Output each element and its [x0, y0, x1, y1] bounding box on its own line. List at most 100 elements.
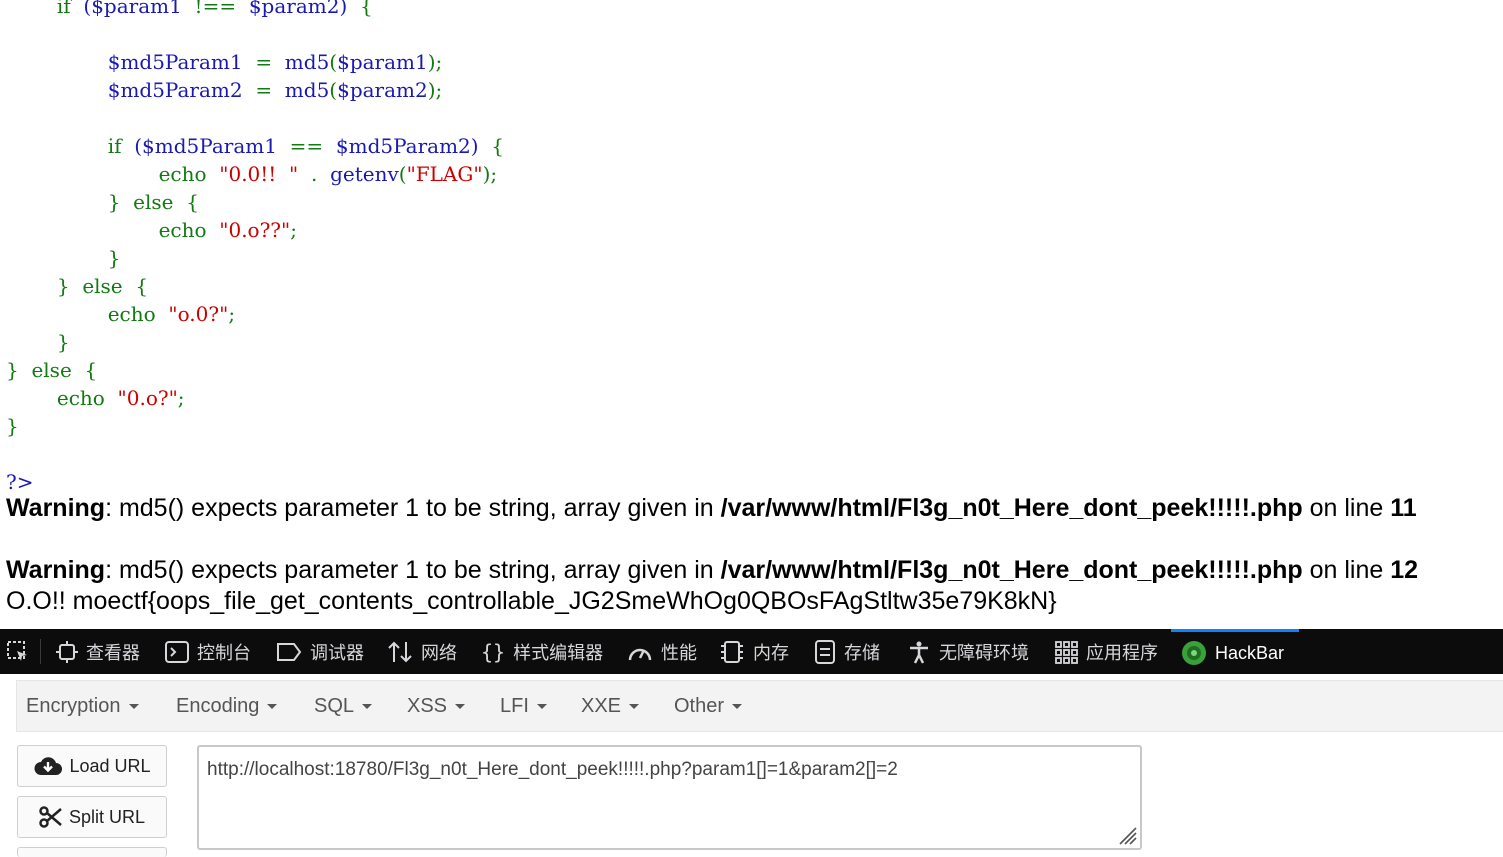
code-token: "o.0?" — [168, 302, 229, 326]
code-token: } — [6, 358, 19, 382]
code-line: echo "0.o?"; — [6, 384, 185, 412]
tab-console[interactable]: 控制台 — [165, 629, 251, 674]
code-token: "FLAG" — [406, 162, 483, 186]
tab-label: 性能 — [661, 642, 697, 663]
code-token: ; — [290, 218, 297, 242]
style-editor-icon: {} — [481, 639, 506, 664]
execute-button[interactable] — [17, 847, 167, 857]
tab-storage[interactable]: 存储 — [814, 629, 880, 674]
code-token: } — [56, 330, 70, 354]
code-token: } — [107, 190, 121, 214]
tab-performance[interactable]: 性能 — [627, 629, 697, 674]
flag-output: O.O!! moectf{oops_file_get_contents_cont… — [6, 587, 1057, 615]
code-line: ?> — [6, 468, 33, 496]
tab-style-editor[interactable]: {} 样式编辑器 — [481, 629, 603, 674]
load-url-label: Load URL — [69, 755, 151, 776]
storage-icon — [814, 639, 836, 664]
code-token: echo — [158, 218, 207, 242]
code-token: $param1 — [337, 50, 428, 74]
resize-grip-icon[interactable] — [1116, 824, 1138, 846]
performance-icon — [627, 641, 653, 663]
tab-hackbar[interactable]: HackBar — [1171, 629, 1299, 674]
code-line: } — [6, 412, 19, 440]
devtools-toolbar: 查看器 控制台 调试器 网络 {} 样式编辑器 性能 内存 存储 无障碍环境 应… — [0, 629, 1503, 674]
code-token: { — [491, 134, 505, 158]
code-token: "0.o??" — [219, 218, 291, 242]
code-line: echo "0.0!! " . getenv("FLAG"); — [6, 160, 498, 188]
toolbar-divider — [40, 639, 41, 664]
caret-down-icon — [732, 704, 743, 710]
tab-label: 样式编辑器 — [513, 642, 604, 663]
code-token: = — [255, 78, 273, 102]
warning-on-line: on line — [1302, 494, 1391, 522]
code-token: } — [56, 274, 70, 298]
tab-network[interactable]: 网络 — [387, 629, 457, 674]
menu-label: SQL — [314, 695, 355, 717]
code-token: ); — [427, 50, 443, 74]
hackbar-icon — [1181, 640, 1207, 666]
tab-debugger[interactable]: 调试器 — [276, 629, 364, 674]
menu-encoding[interactable]: Encoding — [176, 681, 278, 731]
menu-xss[interactable]: XSS — [407, 681, 466, 731]
inspector-icon — [56, 640, 78, 663]
warning-label: Warning — [6, 494, 106, 522]
code-token: else — [31, 358, 72, 382]
code-token: ; — [228, 302, 236, 326]
split-url-button[interactable]: Split URL — [17, 796, 167, 838]
code-line: $md5Param1 = md5($param1); — [6, 48, 443, 76]
url-textarea[interactable]: http://localhost:18780/Fl3g_n0t_Here_don… — [197, 745, 1142, 850]
debugger-icon — [276, 642, 302, 662]
code-token: "0.0!! " — [219, 162, 299, 186]
menu-encryption[interactable]: Encryption — [26, 681, 139, 731]
tab-accessibility[interactable]: 无障碍环境 — [907, 629, 1029, 674]
console-icon — [165, 640, 189, 663]
code-token: = — [255, 50, 273, 74]
menu-xxe[interactable]: XXE — [581, 681, 640, 731]
code-token: echo — [107, 302, 156, 326]
element-picker-button[interactable] — [6, 629, 38, 674]
tab-label: 控制台 — [197, 642, 251, 663]
load-url-button[interactable]: Load URL — [17, 745, 167, 787]
code-token: ( — [398, 162, 407, 186]
caret-down-icon — [128, 704, 139, 710]
code-line: } else { — [6, 272, 148, 300]
code-token: $param2 — [337, 78, 428, 102]
url-value: http://localhost:18780/Fl3g_n0t_Here_don… — [207, 759, 898, 780]
code-token: md5 — [284, 78, 330, 102]
tab-inspector[interactable]: 查看器 — [56, 629, 140, 674]
tab-label: HackBar — [1215, 642, 1285, 663]
code-line: if ($param1 !== $param2) { — [6, 0, 373, 20]
menu-lfi[interactable]: LFI — [500, 681, 547, 731]
application-icon — [1054, 640, 1078, 664]
code-line: if ($md5Param1 == $md5Param2) { — [6, 132, 504, 160]
menu-label: XXE — [581, 695, 622, 717]
menu-sql[interactable]: SQL — [314, 681, 373, 731]
code-token: $md5Param1 — [107, 50, 243, 74]
menu-other[interactable]: Other — [674, 681, 743, 731]
code-token: md5 — [284, 50, 330, 74]
code-token: $md5Param2) — [335, 134, 479, 158]
tab-application[interactable]: 应用程序 — [1054, 629, 1158, 674]
tab-memory[interactable]: 内存 — [719, 629, 789, 674]
code-token: { — [135, 274, 149, 298]
